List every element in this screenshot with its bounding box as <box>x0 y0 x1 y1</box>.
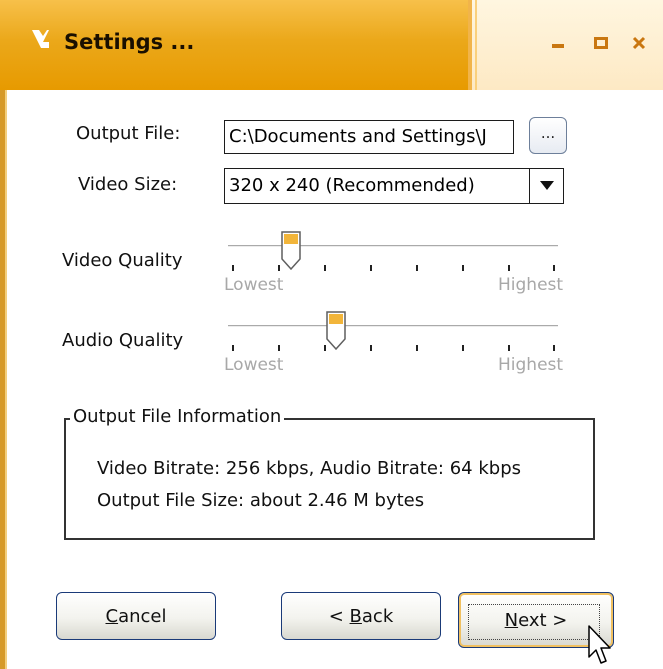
title-divider <box>468 0 472 90</box>
video-size-select[interactable]: 320 x 240 (Recommended) <box>224 168 564 204</box>
slider-track <box>228 245 558 247</box>
output-file-input[interactable]: C:\Documents and Settings\J <box>224 120 514 154</box>
video-quality-max-label: Highest <box>498 275 564 295</box>
window-title: Settings ... <box>64 30 195 54</box>
minimize-button[interactable] <box>545 30 571 56</box>
back-label: < Back <box>328 605 394 627</box>
slider-tick <box>416 345 418 351</box>
slider-tick <box>232 265 234 271</box>
slider-tick <box>462 345 464 351</box>
file-size-info: Output File Size: about 2.46 M bytes <box>97 490 425 511</box>
video-size-dropdown-button[interactable] <box>529 169 563 203</box>
slider-thumb[interactable] <box>280 231 302 271</box>
slider-tick <box>553 265 555 271</box>
slider-track <box>228 325 558 327</box>
audio-quality-label: Audio Quality <box>62 330 184 351</box>
slider-tick <box>370 345 372 351</box>
output-info-group <box>64 418 595 540</box>
minimize-icon <box>552 44 564 48</box>
close-button[interactable] <box>626 30 652 56</box>
slider-tick <box>278 345 280 351</box>
slider-tick <box>553 345 555 351</box>
audio-quality-max-label: Highest <box>498 355 564 375</box>
maximize-button[interactable] <box>588 30 614 56</box>
close-icon <box>632 36 646 50</box>
audio-quality-min-label: Lowest <box>224 355 284 375</box>
output-info-group-title: Output File Information <box>70 406 285 427</box>
video-size-label: Video Size: <box>78 174 178 195</box>
slider-tick <box>370 265 372 271</box>
slider-tick <box>462 265 464 271</box>
focus-rectangle <box>468 604 600 640</box>
window-frame <box>5 90 7 669</box>
slider-tick <box>508 265 510 271</box>
output-file-label: Output File: <box>76 123 181 144</box>
mouse-pointer-icon <box>588 625 611 664</box>
video-size-value: 320 x 240 (Recommended) <box>229 175 475 196</box>
slider-thumb[interactable] <box>325 311 347 351</box>
slider-tick <box>416 265 418 271</box>
slider-tick <box>232 345 234 351</box>
slider-tick <box>324 265 326 271</box>
video-quality-label: Video Quality <box>62 250 183 271</box>
video-quality-min-label: Lowest <box>224 275 284 295</box>
back-button[interactable]: < Back <box>281 592 441 640</box>
bitrate-info: Video Bitrate: 256 kbps, Audio Bitrate: … <box>97 458 522 479</box>
browse-button[interactable]: ... <box>529 117 567 154</box>
arrow-icon <box>32 30 49 48</box>
triangle-down-icon <box>539 181 554 190</box>
title-divider <box>475 0 477 90</box>
cancel-button[interactable]: Cancel <box>56 592 216 640</box>
maximize-icon <box>594 37 608 49</box>
slider-tick <box>508 345 510 351</box>
cancel-label: Cancel <box>105 605 167 627</box>
